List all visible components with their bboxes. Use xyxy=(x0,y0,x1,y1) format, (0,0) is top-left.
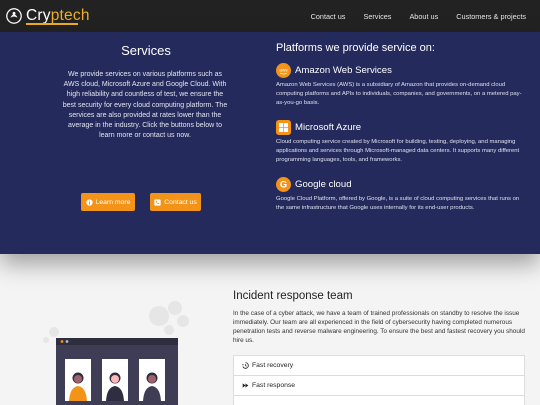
incident-title: Incident response team xyxy=(233,290,353,302)
nav-about-us[interactable]: About us xyxy=(409,12,438,21)
nav-services[interactable]: Services xyxy=(363,12,391,21)
azure-name: Microsoft Azure xyxy=(295,122,362,133)
nav-links: Contact us Services About us Customers &… xyxy=(293,0,526,32)
brand-name-part2: ptech xyxy=(50,7,90,25)
aws-name: Amazon Web Services xyxy=(295,65,392,76)
fast-response-label: Fast response xyxy=(252,382,296,389)
nav-customers-projects[interactable]: Customers & projects xyxy=(456,12,526,21)
learn-more-button[interactable]: Learn more xyxy=(81,193,135,211)
azure-description: Cloud computing service created by Micro… xyxy=(276,139,520,163)
platform-azure: Microsoft Azure Cloud computing service … xyxy=(276,120,526,164)
contact-us-label: Contact us xyxy=(164,198,197,206)
top-navbar: Cryptech Contact us Services About us Cu… xyxy=(0,0,540,32)
forward-icon xyxy=(242,383,249,388)
list-item-partial[interactable] xyxy=(233,395,525,405)
google-name: Google cloud xyxy=(295,179,352,190)
google-description: Google Cloud Platform, offered by Google… xyxy=(276,196,520,211)
platform-google: G Google cloud Google Cloud Platform, of… xyxy=(276,177,526,213)
learn-more-label: Learn more xyxy=(95,198,131,206)
platforms-title: Platforms we provide service on: xyxy=(276,42,435,54)
google-icon-text: G xyxy=(280,180,287,190)
video-conference-illustration xyxy=(43,301,189,405)
services-description: We provide services on various platforms… xyxy=(62,71,228,140)
list-item-fast-response[interactable]: Fast response xyxy=(233,375,525,396)
aws-icon: aws xyxy=(276,63,291,78)
phone-icon xyxy=(154,198,161,206)
brand-emblem-icon xyxy=(6,8,22,24)
microsoft-icon xyxy=(276,120,291,135)
history-icon xyxy=(242,362,249,369)
google-icon: G xyxy=(276,177,291,192)
aws-icon-text: aws xyxy=(279,67,288,72)
incident-feature-list: Fast recovery Fast response xyxy=(233,355,525,405)
brand-name-part1: Cry xyxy=(26,7,51,25)
incident-description: In the case of a cyber attack, we have a… xyxy=(233,310,525,344)
services-section: Services We provide services on various … xyxy=(0,32,540,254)
platform-aws: aws Amazon Web Services Amazon Web Servi… xyxy=(276,63,526,107)
nav-contact-us[interactable]: Contact us xyxy=(311,12,346,21)
contact-us-button[interactable]: Contact us xyxy=(150,193,201,211)
services-title: Services xyxy=(121,43,171,58)
aws-description: Amazon Web Services (AWS) is a subsidiar… xyxy=(276,82,522,106)
brand-name: Cryptech xyxy=(26,8,90,24)
list-item-fast-recovery[interactable]: Fast recovery xyxy=(233,355,525,376)
info-icon xyxy=(85,198,93,206)
brand-logo-link[interactable]: Cryptech xyxy=(5,0,90,32)
brand-underline xyxy=(26,23,78,25)
fast-recovery-label: Fast recovery xyxy=(252,362,294,369)
